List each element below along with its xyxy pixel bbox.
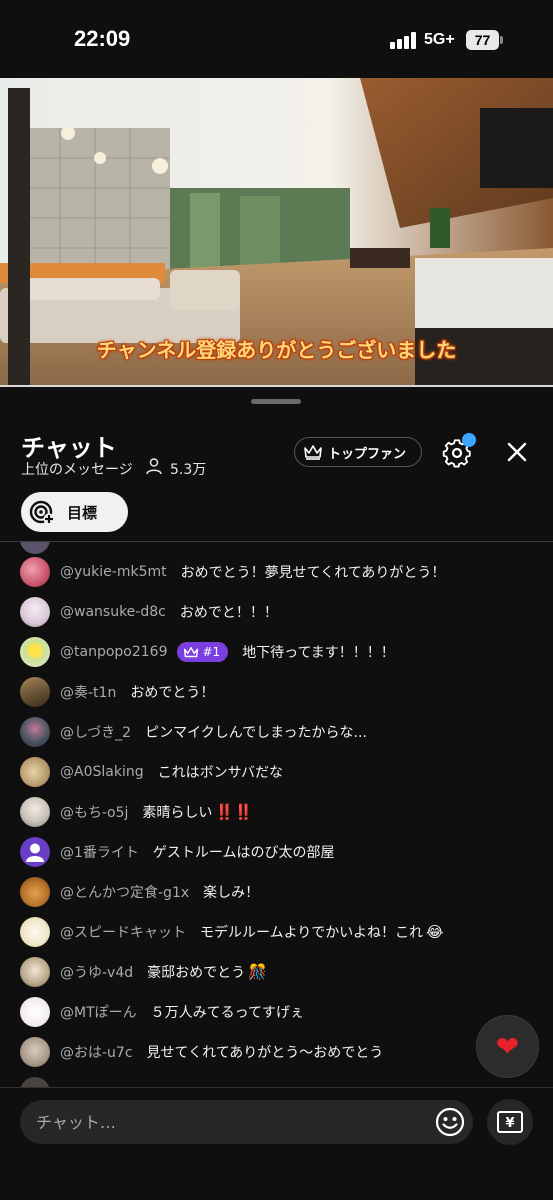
message-author[interactable]: @wansuke-d8c xyxy=(60,604,166,620)
network-label: 5G+ xyxy=(424,31,455,48)
avatar[interactable] xyxy=(20,637,50,667)
emoji: ‼️‼️ xyxy=(215,803,253,821)
message-author[interactable]: @tanpopo2169 xyxy=(60,644,167,660)
top-fan-label: トップファン xyxy=(328,446,407,462)
viewer-count: 5.3万 xyxy=(170,462,207,478)
message-author[interactable]: @スピードキャット xyxy=(60,922,186,942)
chat-message: @tanpopo2169 #1 地下待ってます！！！！ xyxy=(20,636,395,668)
message-text: 楽しみ！ xyxy=(203,885,260,901)
avatar[interactable] xyxy=(20,757,50,787)
heart-reaction-button[interactable]: ❤ xyxy=(476,1015,539,1078)
chat-message: @おは-u7c 見せてくれてありがとう～おめでとう xyxy=(20,1036,383,1068)
message-author[interactable]: @うゆ-v4d xyxy=(60,962,133,982)
message-author[interactable]: @1番ライト xyxy=(60,842,139,862)
notification-dot xyxy=(462,433,476,447)
heart-icon: ❤ xyxy=(495,1029,520,1063)
message-text: 地下待ってます！！！！ xyxy=(242,645,395,661)
message-author[interactable]: @おは-u7c xyxy=(60,1042,133,1062)
avatar[interactable] xyxy=(20,957,50,987)
clock: 22:09 xyxy=(74,26,131,51)
message-text: これはボンサバだな xyxy=(157,765,284,781)
chat-input-bar: ¥ xyxy=(0,1087,553,1200)
chat-message: @MTぽーん ５万人みてるってすげぇ xyxy=(20,996,304,1028)
avatar[interactable] xyxy=(20,917,50,947)
video-caption: チャンネル登録ありがとうございました xyxy=(96,338,457,362)
chat-message: @しづき_2 ピンマイクしんでしまったからな... xyxy=(20,716,367,748)
crown-icon xyxy=(304,445,322,460)
badge-rank: #1 xyxy=(202,645,221,659)
avatar[interactable] xyxy=(20,797,50,827)
message-text: おめでとう！ xyxy=(130,685,215,701)
currency-symbol: ¥ xyxy=(505,1116,514,1131)
chat-message: @奏-t1n おめでとう！ xyxy=(20,676,214,708)
video-player[interactable]: チャンネル登録ありがとうございました xyxy=(0,78,553,386)
avatar[interactable] xyxy=(20,997,50,1027)
target-icon xyxy=(29,500,55,525)
message-text: おめでと！！！ xyxy=(179,605,278,621)
person-icon xyxy=(146,458,162,475)
message-author[interactable]: @とんかつ定食-g1x xyxy=(60,882,189,902)
chat-message: @wansuke-d8c おめでと！！！ xyxy=(20,596,278,628)
message-author[interactable]: @A0Slaking xyxy=(60,764,144,780)
crown-icon xyxy=(184,646,199,657)
avatar[interactable] xyxy=(20,557,50,587)
message-author[interactable]: @MTぽーん xyxy=(60,1002,137,1022)
member-badge: #1 xyxy=(177,642,229,662)
message-text: ５万人みてるってすげぇ xyxy=(150,1005,304,1021)
chat-message: @うゆ-v4d 豪邸おめでとう 🎊 xyxy=(20,956,267,988)
top-fan-button[interactable]: トップファン xyxy=(294,437,422,467)
chat-message-list[interactable]: @yukie-mk5mt おめでとう！夢見せてくれてありがとう！ @wansuk… xyxy=(0,542,553,1087)
video-progress-bar[interactable] xyxy=(0,385,553,387)
emoji-picker-icon[interactable] xyxy=(434,1106,466,1138)
message-text: 見せてくれてありがとう～おめでとう xyxy=(146,1045,384,1061)
close-icon[interactable] xyxy=(504,439,530,465)
chat-message: @とんかつ定食-g1x 楽しみ！ xyxy=(20,876,259,908)
chat-input[interactable] xyxy=(20,1100,473,1144)
goal-label: 目標 xyxy=(67,503,98,522)
default-avatar-icon[interactable] xyxy=(20,837,50,867)
chat-message: @もち-o5j 素晴らしい ‼️‼️ xyxy=(20,796,253,828)
message-text: おめでとう！夢見せてくれてありがとう！ xyxy=(180,565,446,581)
yen-icon: ¥ xyxy=(497,1111,523,1133)
avatar[interactable] xyxy=(20,542,50,554)
avatar[interactable] xyxy=(20,677,50,707)
signal-icon xyxy=(390,31,418,49)
chat-message: @A0Slaking これはボンサバだな xyxy=(20,756,283,788)
message-text: ゲストルームはのび太の部屋 xyxy=(152,845,335,861)
chat-message: @yukie-mk5mt おめでとう！夢見せてくれてありがとう！ xyxy=(20,556,445,588)
chat-title: チャット xyxy=(21,434,117,462)
message-author[interactable]: @もち-o5j xyxy=(60,802,128,822)
emoji: 😂 xyxy=(426,923,444,941)
message-text: ピンマイクしんでしまったからな... xyxy=(145,725,367,741)
emoji: 🎊 xyxy=(248,963,267,981)
message-text: 素晴らしい xyxy=(142,805,213,821)
chat-message: @1番ライト ゲストルームはのび太の部屋 xyxy=(20,836,335,868)
live-chat-panel: チャット 上位のメッセージ 5.3万 トップファン 目標 @yukie-mk5m… xyxy=(0,391,553,1200)
drag-handle[interactable] xyxy=(251,399,301,404)
super-chat-button[interactable]: ¥ xyxy=(487,1099,533,1145)
message-text: 豪邸おめでとう xyxy=(147,965,246,981)
avatar[interactable] xyxy=(20,597,50,627)
message-author[interactable]: @奏-t1n xyxy=(60,682,116,702)
message-author[interactable]: @yukie-mk5mt xyxy=(60,564,167,580)
chat-mode-selector[interactable]: 上位のメッセージ xyxy=(21,459,133,479)
goal-chip[interactable]: 目標 xyxy=(21,492,128,532)
avatar[interactable] xyxy=(20,877,50,907)
chat-message: @スピードキャット モデルルームよりでかいよね！これ 😂 xyxy=(20,916,444,948)
status-bar: 22:09 5G+ 77 xyxy=(0,0,553,78)
avatar[interactable] xyxy=(20,1077,50,1087)
battery-icon: 77 xyxy=(466,30,503,50)
avatar[interactable] xyxy=(20,1037,50,1067)
message-author[interactable]: @しづき_2 xyxy=(60,722,131,742)
battery-level: 77 xyxy=(466,30,499,50)
avatar[interactable] xyxy=(20,717,50,747)
message-text: モデルルームよりでかいよね！これ xyxy=(200,925,424,941)
